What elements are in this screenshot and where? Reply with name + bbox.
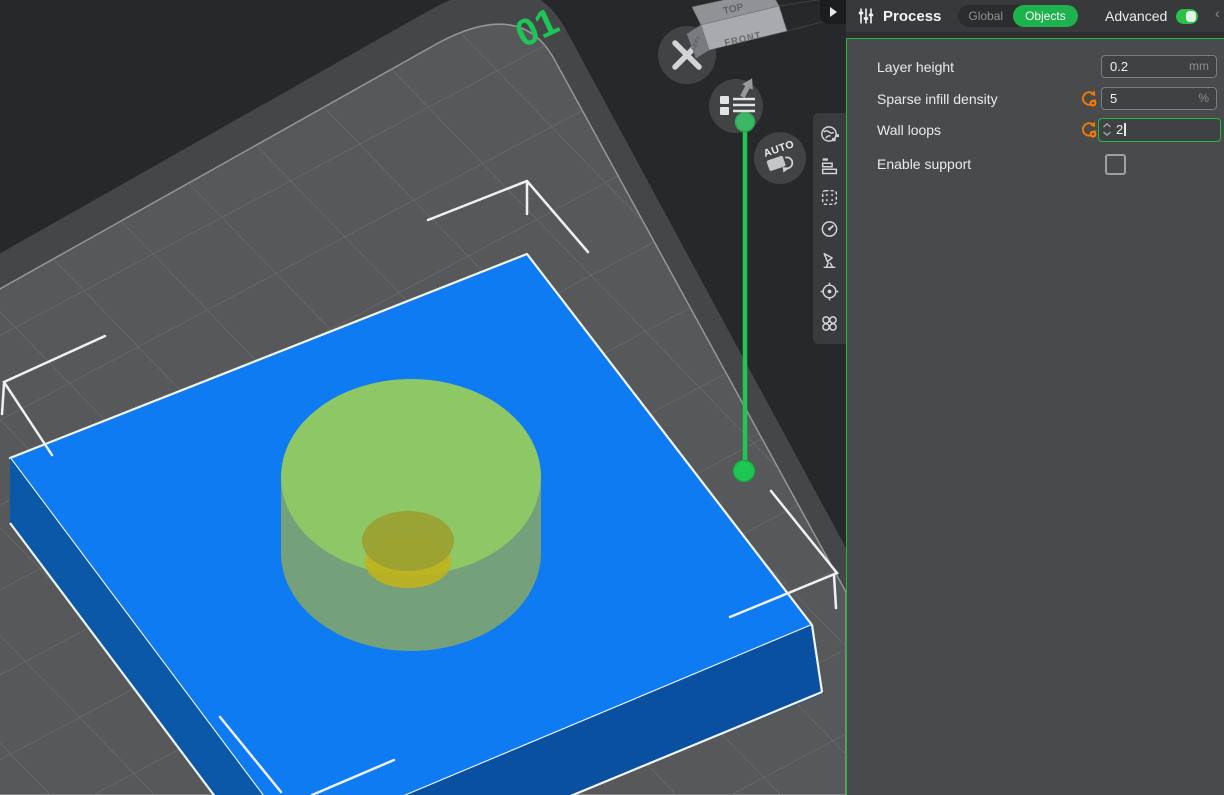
layer-height-label: Layer height: [877, 55, 954, 79]
panel-title: Process: [883, 8, 941, 25]
setting-row-sparse-infill: Sparse infill density 5 %: [847, 87, 1224, 111]
sparse-infill-input[interactable]: 5 %: [1101, 87, 1217, 110]
scene-canvas: 01: [0, 0, 846, 795]
text-caret: [1124, 123, 1126, 136]
revert-orange-icon[interactable]: [1080, 121, 1098, 139]
enable-support-checkbox[interactable]: [1105, 154, 1126, 175]
advanced-toggle-knob: [1186, 11, 1196, 22]
precision-target-icon[interactable]: [819, 281, 840, 302]
collapse-chevron-icon[interactable]: ‹: [1215, 5, 1220, 21]
process-settings: Layer height 0.2 mm Sparse infill densit…: [846, 38, 1224, 795]
scope-global-button[interactable]: Global: [958, 5, 1013, 27]
support-icon[interactable]: [819, 250, 840, 271]
wall-loops-label: Wall loops: [877, 118, 941, 142]
wall-loops-value: 2: [1116, 119, 1126, 140]
infill-marquee-icon[interactable]: [819, 187, 840, 208]
globe-icon[interactable]: [819, 124, 840, 145]
spinner-stepper[interactable]: [1102, 122, 1112, 137]
speedometer-icon[interactable]: [819, 218, 840, 239]
sparse-infill-unit: %: [1198, 88, 1209, 109]
setting-row-wall-loops: Wall loops 2: [847, 118, 1224, 142]
sparse-infill-value: 5: [1110, 88, 1117, 109]
layer-bars-icon[interactable]: [819, 155, 840, 176]
scope-toggle: Global Objects: [958, 5, 1077, 27]
auto-arrange-button[interactable]: AUTO: [754, 132, 806, 184]
enable-support-label: Enable support: [877, 152, 971, 176]
layer-height-unit: mm: [1189, 56, 1209, 77]
setting-row-enable-support: Enable support: [847, 152, 1224, 176]
parameter-category-strip: [813, 113, 846, 344]
revert-orange-icon[interactable]: [1080, 90, 1098, 108]
setting-row-layer-height: Layer height 0.2 mm: [847, 55, 1224, 79]
process-panel: Process Global Objects Advanced ‹ Layer …: [846, 0, 1224, 795]
inner-cylinder-top: [362, 511, 454, 571]
advanced-toggle[interactable]: [1176, 9, 1198, 24]
advanced-label: Advanced: [1105, 8, 1167, 24]
scope-objects-button[interactable]: Objects: [1013, 5, 1078, 27]
slicer-app: 01: [0, 0, 1224, 795]
others-clover-icon[interactable]: [819, 313, 840, 334]
sliders-icon: [857, 7, 875, 25]
wall-loops-input[interactable]: 2: [1098, 118, 1221, 142]
sparse-infill-label: Sparse infill density: [877, 87, 998, 111]
collapse-arrow-icon: [829, 7, 837, 17]
clipping-slider-handle-bottom[interactable]: [734, 461, 755, 482]
viewport-3d: 01: [0, 0, 846, 795]
process-panel-header: Process Global Objects Advanced ‹: [846, 0, 1224, 32]
layer-height-input[interactable]: 0.2 mm: [1101, 55, 1217, 78]
layer-height-value: 0.2: [1110, 56, 1128, 77]
panel-collapse-tab[interactable]: [820, 0, 846, 24]
wall-loops-number: 2: [1116, 122, 1123, 137]
